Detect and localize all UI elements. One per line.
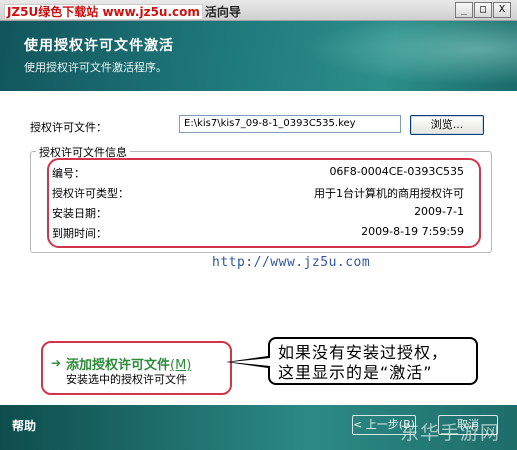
info-key: 到期时间：: [52, 227, 107, 240]
license-file-label: 授权许可文件：: [30, 121, 107, 134]
info-key: 编号：: [52, 167, 85, 180]
info-value: 06F8-0004CE-0393C535: [329, 165, 464, 178]
window-title: JZ5U绿色下载站 www.jz5u.com 活向导: [4, 3, 241, 20]
info-value: 2009-8-19 7:59:59: [361, 225, 464, 238]
help-link[interactable]: 帮助: [12, 417, 36, 434]
callout-text-line2: 这里显示的是“激活”: [278, 363, 433, 382]
arrow-right-icon: ➔: [51, 356, 62, 370]
window-title-text: 活向导: [204, 5, 241, 19]
minimize-button[interactable]: _: [455, 2, 473, 18]
info-row-type: 授权许可类型： 用于1台计算机的商用授权许可: [52, 185, 464, 201]
license-file-input[interactable]: E:\kis7\kis7_09-8-1_0393C535.key: [179, 115, 401, 133]
info-value: 2009-7-1: [414, 205, 464, 218]
title-bar: JZ5U绿色下载站 www.jz5u.com 活向导 _ □ X: [0, 0, 517, 21]
info-row-expiry: 到期时间： 2009-8-19 7:59:59: [52, 225, 464, 241]
corner-watermark: 东华手游网: [400, 422, 501, 444]
info-row-number: 编号： 06F8-0004CE-0393C535: [52, 165, 464, 181]
site-watermark: http://www.jz5u.com: [212, 255, 371, 270]
header-decoration: [277, 21, 517, 91]
info-key: 安装日期：: [52, 207, 107, 220]
info-value: 用于1台计算机的商用授权许可: [314, 187, 464, 200]
wizard-header: 使用授权许可文件激活 使用授权许可文件激活程序。: [0, 21, 517, 91]
close-button[interactable]: X: [493, 2, 511, 18]
add-license-description: 安装选中的授权许可文件: [66, 373, 187, 386]
info-row-install-date: 安装日期： 2009-7-1: [52, 205, 464, 221]
page-title: 使用授权许可文件激活: [24, 38, 174, 54]
site-logo-text: JZ5U绿色下载站 www.jz5u.com: [4, 4, 203, 20]
page-subtitle: 使用授权许可文件激活程序。: [24, 61, 167, 74]
callout-pointer-fill: [230, 358, 270, 366]
info-key: 授权许可类型：: [52, 187, 129, 200]
browse-button[interactable]: 浏览...: [410, 115, 484, 135]
window-controls: _ □ X: [455, 2, 511, 18]
maximize-button[interactable]: □: [474, 2, 492, 18]
